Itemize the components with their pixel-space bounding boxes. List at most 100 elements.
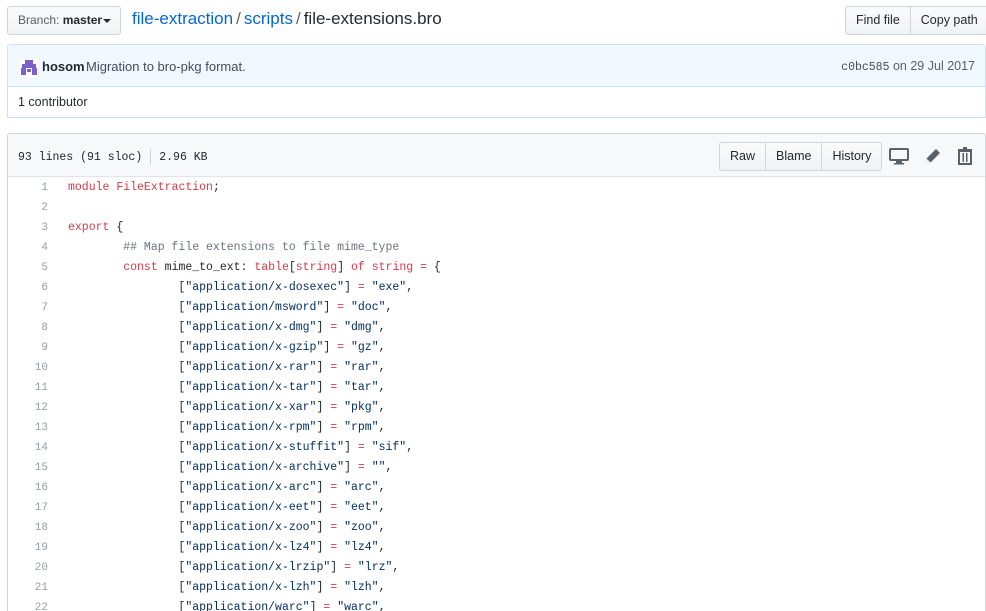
code-line: 19 ["application/x-lz4"] = "lz4", [8, 538, 985, 558]
code-line: 17 ["application/x-eet"] = "eet", [8, 498, 985, 518]
line-number[interactable]: 13 [8, 418, 48, 438]
file-navigation: Branch: master file-extraction / scripts / f… [0, 0, 986, 40]
commit-author-link[interactable]: hosom [42, 59, 85, 74]
code-line: 13 ["application/x-rpm"] = "rpm", [8, 418, 985, 438]
code-line: 9 ["application/x-gzip"] = "gz", [8, 338, 985, 358]
line-content: ["application/x-xar"] = "pkg", [68, 401, 386, 414]
code-line: 3 export { [8, 218, 985, 238]
line-content: ["application/x-lzh"] = "lzh", [68, 581, 386, 594]
line-content: ["application/x-zoo"] = "zoo", [68, 521, 386, 534]
code-line: 5 const mime_to_ext: table[string] of st… [8, 258, 985, 278]
commit-message-link[interactable]: Migration to bro-pkg format. [86, 59, 246, 74]
line-content: ["application/x-stuffit"] = "sif", [68, 441, 414, 454]
branch-select-button[interactable]: Branch: master [7, 6, 121, 35]
line-content: export { [68, 221, 124, 234]
file-size: 2.96 KB [159, 151, 208, 165]
code-line: 2 [8, 198, 985, 218]
file-actions: Raw Blame History [719, 142, 883, 171]
history-button[interactable]: History [822, 142, 883, 171]
find-file-button[interactable]: Find file [845, 6, 911, 35]
code-line: 11 ["application/x-tar"] = "tar", [8, 378, 985, 398]
code-line: 6 ["application/x-dosexec"] = "exe", [8, 278, 985, 298]
code-line: 15 ["application/x-archive"] = "", [8, 458, 985, 478]
line-number[interactable]: 2 [8, 198, 48, 218]
branch-name: master [62, 13, 103, 27]
code-line: 1 module FileExtraction; [8, 178, 985, 198]
code-line: 21 ["application/x-lzh"] = "lzh", [8, 578, 985, 598]
line-number[interactable]: 7 [8, 298, 48, 318]
line-content: module FileExtraction; [68, 181, 220, 194]
commit-tease: hosom Migration to bro-pkg format. c0bc5… [7, 44, 986, 118]
file-viewer: 93 lines (91 sloc) 2.96 KB Raw Blame Hist… [7, 133, 986, 611]
line-number[interactable]: 14 [8, 438, 48, 458]
avatar-icon[interactable] [20, 59, 38, 77]
line-number[interactable]: 19 [8, 538, 48, 558]
line-content: ## Map file extensions to file mime_type [123, 241, 400, 254]
line-content: ["application/x-tar"] = "tar", [68, 381, 386, 394]
file-info: 93 lines (91 sloc) 2.96 KB [18, 149, 208, 165]
line-content: ["application/x-arc"] = "arc", [68, 481, 386, 494]
line-content: ["application/x-eet"] = "eet", [68, 501, 386, 514]
line-content: ["application/x-lrzip"] = "lrz", [68, 561, 400, 574]
desktop-icon[interactable] [888, 145, 910, 167]
line-content: ["application/x-dosexec"] = "exe", [68, 281, 414, 294]
pencil-icon[interactable] [922, 145, 944, 167]
line-number[interactable]: 8 [8, 318, 48, 338]
line-number[interactable]: 11 [8, 378, 48, 398]
code-line: 8 ["application/x-dmg"] = "dmg", [8, 318, 985, 338]
line-content: ["application/x-lz4"] = "lz4", [68, 541, 386, 554]
line-content: ["application/x-archive"] = "", [68, 461, 393, 474]
branch-label: Branch: [18, 13, 60, 27]
line-number[interactable]: 6 [8, 278, 48, 298]
line-content: ["application/msword"] = "doc", [68, 301, 393, 314]
line-number[interactable]: 12 [8, 398, 48, 418]
raw-button[interactable]: Raw [719, 142, 767, 171]
line-number[interactable]: 1 [8, 178, 48, 198]
line-content: ["application/x-dmg"] = "dmg", [68, 321, 386, 334]
caret-down-icon [103, 19, 111, 23]
trash-icon[interactable] [954, 145, 976, 167]
commit-sha-link[interactable]: c0bc585 [841, 61, 889, 74]
line-number[interactable]: 18 [8, 518, 48, 538]
line-number[interactable]: 10 [8, 358, 48, 378]
file-header: 93 lines (91 sloc) 2.96 KB Raw Blame Hist… [8, 134, 985, 177]
blame-button[interactable]: Blame [766, 142, 823, 171]
breadcrumb-folder-link[interactable]: scripts [244, 9, 293, 28]
line-number[interactable]: 9 [8, 338, 48, 358]
line-number[interactable]: 21 [8, 578, 48, 598]
contributors-count[interactable]: 1 contributor [18, 95, 87, 109]
line-number[interactable]: 16 [8, 478, 48, 498]
line-content: const mime_to_ext: table[string] of stri… [123, 261, 441, 274]
code-line: 12 ["application/x-xar"] = "pkg", [8, 398, 985, 418]
breadcrumb: file-extraction / scripts / file-extensions.… [132, 8, 442, 30]
code-line: 22 ["application/warc"] = "warc", [8, 598, 985, 611]
code-line: 16 ["application/x-arc"] = "arc", [8, 478, 985, 498]
commit-date-prefix: on [892, 59, 907, 73]
breadcrumb-separator: / [236, 9, 241, 28]
copy-path-button[interactable]: Copy path [910, 6, 986, 35]
line-number[interactable]: 3 [8, 218, 48, 238]
file-info-divider [150, 149, 152, 165]
breadcrumb-separator: / [295, 9, 301, 28]
code-line: 4 ## Map file extensions to file mime_ty… [8, 238, 985, 258]
breadcrumb-repo-link[interactable]: file-extraction [132, 9, 233, 28]
line-number[interactable]: 15 [8, 458, 48, 478]
code-line: 10 ["application/x-rar"] = "rar", [8, 358, 985, 378]
line-number[interactable]: 4 [8, 238, 48, 258]
code-line: 18 ["application/x-zoo"] = "zoo", [8, 518, 985, 538]
code-line: 20 ["application/x-lrzip"] = "lrz", [8, 558, 985, 578]
code-line: 7 ["application/msword"] = "doc", [8, 298, 985, 318]
line-content: ["application/warc"] = "warc", [68, 601, 386, 611]
latest-commit-bar: hosom Migration to bro-pkg format. c0bc5… [8, 45, 985, 87]
code-line: 14 ["application/x-stuffit"] = "sif", [8, 438, 985, 458]
line-number[interactable]: 22 [8, 598, 48, 611]
line-number[interactable]: 17 [8, 498, 48, 518]
line-content: ["application/x-rar"] = "rar", [68, 361, 386, 374]
file-line-count: 93 lines (91 sloc) [18, 151, 143, 165]
file-nav-actions: Find file Copy path [845, 6, 986, 35]
line-content: ["application/x-rpm"] = "rpm", [68, 421, 386, 434]
line-number[interactable]: 20 [8, 558, 48, 578]
commit-date: 29 Jul 2017 [910, 59, 975, 73]
breadcrumb-file-name: file-extensions.bro [303, 9, 442, 28]
line-number[interactable]: 5 [8, 258, 48, 278]
